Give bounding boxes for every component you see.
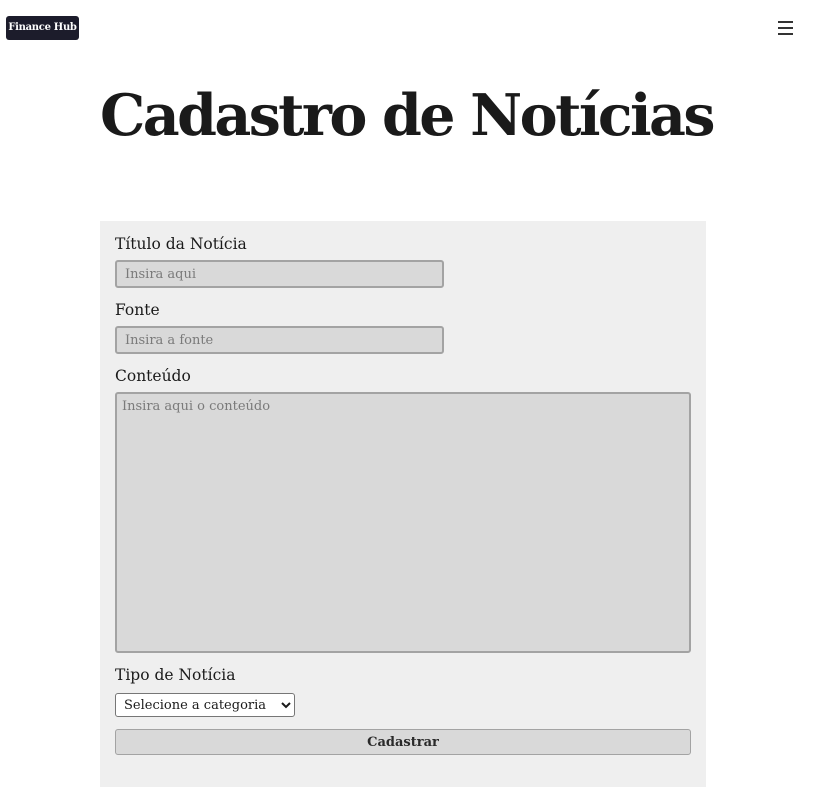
content-field-label: Conteúdo: [115, 367, 191, 385]
menu-line: [778, 27, 793, 29]
menu-line: [778, 21, 793, 23]
top-navbar: Finance Hub: [0, 0, 814, 56]
news-content-textarea[interactable]: [115, 392, 691, 653]
menu-line: [778, 33, 793, 35]
hamburger-menu-icon[interactable]: [775, 17, 797, 39]
finance-hub-logo[interactable]: Finance Hub: [6, 16, 79, 40]
source-field-label: Fonte: [115, 301, 160, 319]
title-field-label: Título da Notícia: [115, 235, 247, 253]
type-field-label: Tipo de Notícia: [115, 666, 236, 684]
submit-button[interactable]: Cadastrar: [115, 729, 691, 755]
news-category-select[interactable]: Selecione a categoria: [115, 693, 295, 717]
page-title: Cadastro de Notícias: [100, 82, 715, 149]
news-source-input[interactable]: [115, 326, 444, 354]
news-title-input[interactable]: [115, 260, 444, 288]
news-registration-form: Título da Notícia Fonte Conteúdo Tipo de…: [100, 221, 706, 787]
